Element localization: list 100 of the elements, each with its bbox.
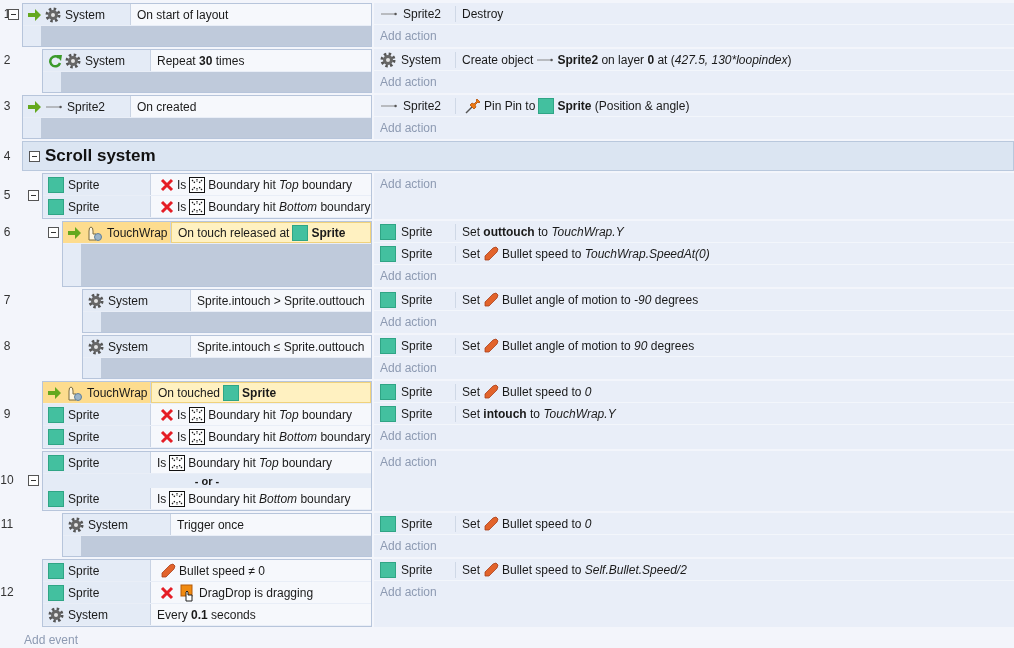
square-icon: [380, 245, 396, 262]
action-row[interactable]: Sprite Set intouch to TouchWrap.Y: [374, 403, 1014, 425]
object-name: Sprite: [68, 455, 100, 470]
square-icon: [292, 224, 309, 241]
object-name: Sprite: [68, 491, 100, 506]
condition-cell[interactable]: Is Boundary hit Top boundary: [151, 452, 371, 473]
square-icon: [380, 383, 396, 400]
condition-cell[interactable]: Trigger once: [171, 514, 371, 535]
action-text: Set intouch to TouchWrap.Y: [462, 406, 616, 421]
bullet-icon: [483, 561, 499, 578]
condition-text: On start of layout: [137, 7, 229, 22]
action-text: Create object: [462, 52, 534, 67]
condition-cell[interactable]: DragDrop is dragging: [151, 582, 371, 603]
condition-cell[interactable]: On touched Sprite: [151, 382, 371, 403]
condition-cell[interactable]: Is Boundary hit Bottom boundary: [151, 196, 371, 217]
condition-cell[interactable]: Is Boundary hit Bottom boundary: [151, 488, 371, 509]
square-icon: [223, 384, 240, 401]
object-name: System: [108, 339, 148, 354]
square-icon: [380, 515, 396, 532]
group-header[interactable]: Scroll system: [22, 141, 1014, 171]
action-text: Set: [462, 246, 480, 261]
action-row[interactable]: Sprite2 Destroy: [374, 3, 1014, 25]
condition-cell[interactable]: Repeat 30 times: [151, 50, 371, 71]
action-text: 427.5, 130*loopindex: [674, 52, 788, 67]
condition-cell[interactable]: Every 0.1 seconds: [151, 604, 371, 625]
condition-text: On touched: [158, 385, 221, 400]
condition-text: Is: [177, 177, 187, 192]
collapse-toggle[interactable]: [48, 227, 59, 238]
collapse-toggle[interactable]: [29, 150, 40, 162]
condition-cell[interactable]: Bullet speed ≠ 0: [151, 560, 371, 581]
condition-text: Is: [177, 199, 187, 214]
condition-text: Repeat 30 times: [157, 53, 245, 68]
condition-cell[interactable]: Sprite.intouch > Sprite.outtouch: [191, 290, 371, 311]
action-text: Pin Pin to: [484, 98, 536, 113]
action-text: Set: [462, 562, 480, 577]
action-text: Set: [462, 516, 480, 531]
gear-icon: [68, 516, 84, 533]
boundary-icon: [189, 428, 206, 445]
object-name: Sprite: [68, 407, 100, 422]
object-name: Sprite: [401, 516, 433, 531]
object-name: System: [88, 517, 128, 532]
condition-object[interactable]: TouchWrap: [43, 382, 151, 403]
action-text: Set: [462, 338, 480, 353]
boundary-icon: [169, 454, 186, 471]
event-number: 12: [0, 585, 14, 599]
square-icon: [48, 454, 64, 471]
gear-icon: [48, 606, 64, 623]
action-text: Bullet speed to Self.Bullet.Speed/2: [502, 562, 687, 577]
bullet-icon: [483, 337, 499, 354]
object-name: Sprite: [401, 224, 433, 239]
condition-cell[interactable]: On start of layout: [131, 4, 371, 25]
line-icon: [536, 57, 555, 62]
condition-cell[interactable]: Is Boundary hit Top boundary: [151, 174, 371, 195]
object-name: Sprite: [401, 562, 433, 577]
action-text: Bullet speed to 0: [502, 516, 592, 531]
action-row[interactable]: Sprite Set Bullet speed to Self.Bullet.Speed/2: [374, 559, 1014, 581]
event-number: 11: [0, 517, 14, 531]
event-number: 3: [3, 99, 11, 113]
gear-icon: [88, 338, 104, 355]
object-name: Sprite: [68, 429, 100, 444]
condition-cell[interactable]: On touch released at Sprite: [171, 222, 371, 243]
condition-text: Boundary hit Top boundary: [208, 177, 352, 192]
condition-object[interactable]: TouchWrap: [63, 222, 171, 243]
collapse-toggle[interactable]: [28, 190, 39, 201]
condition-cell[interactable]: Is Boundary hit Top boundary: [151, 404, 371, 425]
action-row[interactable]: Sprite Set Bullet angle of motion to -90 degrees: [374, 289, 1014, 311]
hand-gear-icon: [65, 383, 83, 402]
bullet-icon: [483, 245, 499, 262]
action-row[interactable]: Sprite Set Bullet speed to TouchWrap.SpeedAt(0): [374, 243, 1014, 265]
object-name: Sprite: [68, 199, 100, 214]
action-row[interactable]: Sprite Set Bullet speed to 0: [374, 381, 1014, 403]
line-icon: [45, 104, 63, 109]
boundary-icon: [189, 406, 206, 423]
event-number: 2: [3, 53, 11, 67]
condition-text: Bullet speed ≠ 0: [179, 563, 265, 578]
gear-icon: [88, 292, 104, 309]
drag-hand-icon: [180, 583, 196, 602]
condition-text: Sprite.intouch > Sprite.outtouch: [197, 293, 365, 308]
action-text: Bullet angle of motion to 90 degrees: [502, 338, 695, 353]
pin-icon: [465, 97, 481, 114]
gear-icon: [45, 6, 61, 23]
action-row[interactable]: Sprite Set outtouch to TouchWrap.Y: [374, 221, 1014, 243]
object-name: TouchWrap: [107, 225, 168, 240]
condition-text: Boundary hit Top boundary: [208, 407, 352, 422]
condition-cell[interactable]: Sprite.intouch ≤ Sprite.outtouch: [191, 336, 371, 357]
gear-icon: [65, 52, 81, 69]
action-text: Destroy: [462, 6, 504, 21]
action-row[interactable]: Sprite2 Pin Pin to Sprite (Position & angle): [374, 95, 1014, 117]
collapse-toggle[interactable]: [28, 475, 39, 486]
condition-cell[interactable]: On created: [131, 96, 371, 117]
condition-text: Sprite: [242, 385, 277, 400]
collapse-toggle[interactable]: [8, 9, 19, 20]
square-icon: [538, 97, 555, 114]
action-row[interactable]: Sprite Set Bullet speed to 0: [374, 513, 1014, 535]
action-row[interactable]: Sprite Set Bullet angle of motion to 90 degrees: [374, 335, 1014, 357]
condition-text: Boundary hit Top boundary: [188, 455, 332, 470]
bullet-icon: [483, 291, 499, 308]
action-row[interactable]: System Create object Sprite2 on layer 0 at (427.5, 130*loopindex): [374, 49, 1014, 71]
object-name: System: [65, 7, 105, 22]
condition-cell[interactable]: Is Boundary hit Bottom boundary: [151, 426, 371, 447]
